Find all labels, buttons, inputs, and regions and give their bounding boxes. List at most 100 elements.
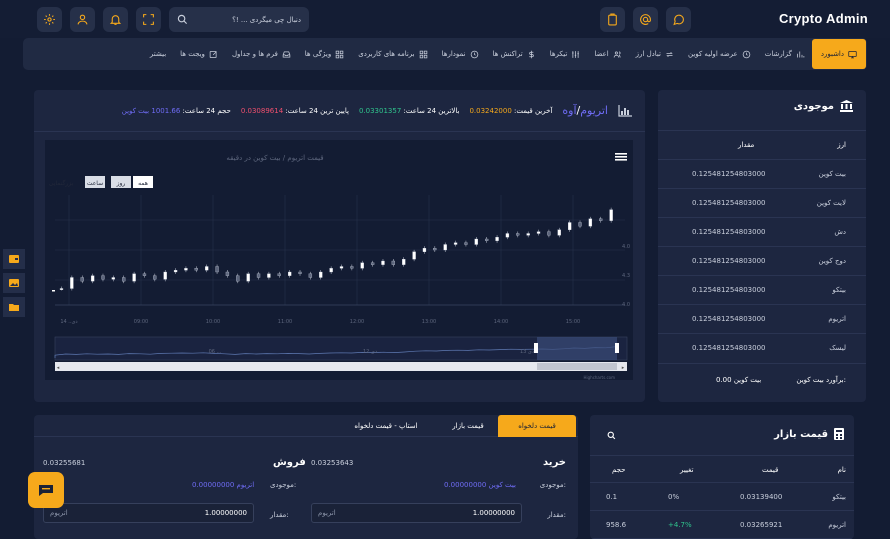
scrollbar-thumb[interactable] — [537, 363, 617, 370]
clock-icon — [470, 50, 478, 58]
nav-item-8[interactable]: برنامه های کاربردی — [351, 39, 434, 69]
navigator-label: 06 ... — [209, 349, 222, 355]
ticker-bar: اتریوم/آوه آخرین قیمت: 0.03242000 بالاتر… — [34, 90, 645, 132]
profile-button[interactable] — [70, 7, 95, 32]
expand-icon — [143, 14, 154, 25]
candle — [339, 266, 344, 269]
wallet-row[interactable]: لایت کوین 0.125481254803000 — [658, 188, 866, 217]
clipboard-button[interactable] — [600, 7, 625, 32]
candle — [402, 259, 406, 265]
nav-item-9[interactable]: ویژگی ها — [298, 39, 351, 69]
buy-balance[interactable]: 0.00000000 بیت کوین — [444, 481, 516, 489]
wallet-row-name: اتریوم — [828, 315, 846, 323]
floating-chat-button[interactable] — [28, 472, 64, 508]
wallet-row-amount: 0.125481254803000 — [692, 228, 766, 236]
x-axis-label: 14:00 — [494, 319, 508, 325]
tab-stop-limit[interactable]: استاپ - قیمت دلخواه — [334, 415, 438, 437]
bar-chart-icon — [618, 104, 632, 117]
navigator-handle-right — [615, 343, 619, 353]
nav-item-label: بیشتر — [149, 50, 167, 58]
inbox-icon — [282, 51, 291, 57]
market-search-icon[interactable] — [607, 431, 616, 440]
wallet-row[interactable]: اتریوم 0.125481254803000 — [658, 304, 866, 333]
nav-item-10[interactable]: فرم ها و جداول — [225, 39, 298, 69]
wallet-row-name: دش — [834, 228, 846, 236]
mail-button[interactable] — [633, 7, 658, 32]
wallet-row[interactable]: دش 0.125481254803000 — [658, 217, 866, 246]
candle — [443, 244, 447, 251]
candle — [163, 271, 167, 280]
tab-limit[interactable]: قیمت دلخواه — [498, 415, 576, 437]
wallet-row[interactable]: بیتکو 0.125481254803000 — [658, 275, 866, 304]
wallet-icon — [9, 255, 19, 263]
nav-item-label: تبادل ارز — [635, 50, 661, 58]
x-axis-label: 15:00 — [566, 319, 580, 325]
pair-title[interactable]: اتریوم/آوه — [562, 104, 608, 117]
candle — [360, 262, 364, 269]
candle — [267, 273, 271, 278]
nav-item-label: ویجت ها — [180, 50, 205, 58]
chat-icon — [673, 14, 684, 26]
low-value: 0.03089614 — [240, 106, 284, 115]
market-row-volume: 0.1 — [606, 493, 618, 501]
nav-item-4[interactable]: اعضا — [587, 39, 628, 69]
buy-balance-label: موجودی: — [539, 481, 566, 489]
candle — [453, 242, 458, 245]
search-input[interactable]: دنبال چی میگردی ... !؟ — [232, 16, 301, 24]
fullscreen-button[interactable] — [136, 7, 161, 32]
market-row[interactable]: اتریوم 0.03265921 +4.7% 958.6 — [590, 511, 854, 539]
candle — [173, 270, 178, 273]
wallet-row[interactable]: لیسک 0.125481254803000 — [658, 333, 866, 362]
candle — [578, 222, 582, 227]
nav-item-5[interactable]: تیکرها — [543, 39, 588, 69]
candle — [80, 277, 84, 282]
side-widget-3[interactable] — [3, 297, 25, 317]
search-box[interactable]: دنبال چی میگردی ... !؟ — [169, 7, 309, 32]
candle — [412, 251, 416, 260]
candle — [588, 218, 593, 227]
nav-item-3[interactable]: تبادل ارز — [629, 39, 681, 69]
range-button-label: روز — [116, 180, 126, 187]
side-widget-2[interactable] — [3, 273, 25, 293]
sell-amount-field[interactable]: اتریوم 1.00000000 — [43, 503, 254, 523]
candle — [194, 268, 198, 271]
dollar-icon — [528, 50, 534, 58]
nav-item-7[interactable]: نمودارها — [435, 39, 486, 69]
nav-item-2[interactable]: عرضه اولیه کوین — [681, 39, 758, 69]
buy-amount-field[interactable]: اتریوم 1.00000000 — [311, 503, 522, 523]
sell-amount-input[interactable]: 1.00000000 — [205, 509, 247, 517]
candle — [111, 277, 116, 280]
y-axis-label: 4.3 — [622, 273, 630, 279]
low-label: پایین ترین 24 ساعت: — [285, 106, 349, 115]
wallet-row-amount: 0.125481254803000 — [692, 286, 766, 294]
sell-balance[interactable]: 0.00000000 اتریوم — [192, 481, 254, 489]
nav-item-1[interactable]: گزارشات — [758, 39, 812, 69]
buy-amount-input[interactable]: 1.00000000 — [473, 509, 515, 517]
nav-item-6[interactable]: تراکنش ها — [486, 39, 543, 69]
settings-button[interactable] — [37, 7, 62, 32]
chart-menu-icon[interactable] — [615, 153, 627, 161]
market-col-change: تغییر — [680, 466, 694, 474]
wallet-row-name: لیسک — [829, 344, 846, 352]
market-col-price: قیمت — [762, 466, 779, 474]
wallet-row[interactable]: دوج کوین 0.125481254803000 — [658, 246, 866, 275]
message-icon — [39, 485, 53, 496]
side-widget-1[interactable] — [3, 249, 25, 269]
nav-item-label: اعضا — [594, 50, 609, 58]
nav-item-12[interactable]: بیشتر — [143, 39, 173, 69]
candle — [505, 233, 510, 238]
market-row-price: 0.03265921 — [740, 521, 783, 529]
candle — [495, 237, 499, 241]
wallet-row-name: دوج کوین — [818, 257, 846, 265]
candle — [236, 275, 240, 282]
candle — [329, 268, 333, 273]
wallet-row[interactable]: بیت کوین 0.125481254803000 — [658, 159, 866, 188]
market-row[interactable]: بیتکو 0.03139400 0% 0.1 — [590, 483, 854, 511]
nav-item-11[interactable]: ویجت ها — [173, 39, 225, 69]
folder-icon — [9, 304, 19, 311]
candle — [464, 242, 468, 245]
tab-market[interactable]: قیمت بازار — [438, 415, 498, 437]
nav-item-0[interactable]: داشبورد — [811, 39, 866, 69]
notifications-button[interactable] — [103, 7, 128, 32]
chat-button[interactable] — [666, 7, 691, 32]
